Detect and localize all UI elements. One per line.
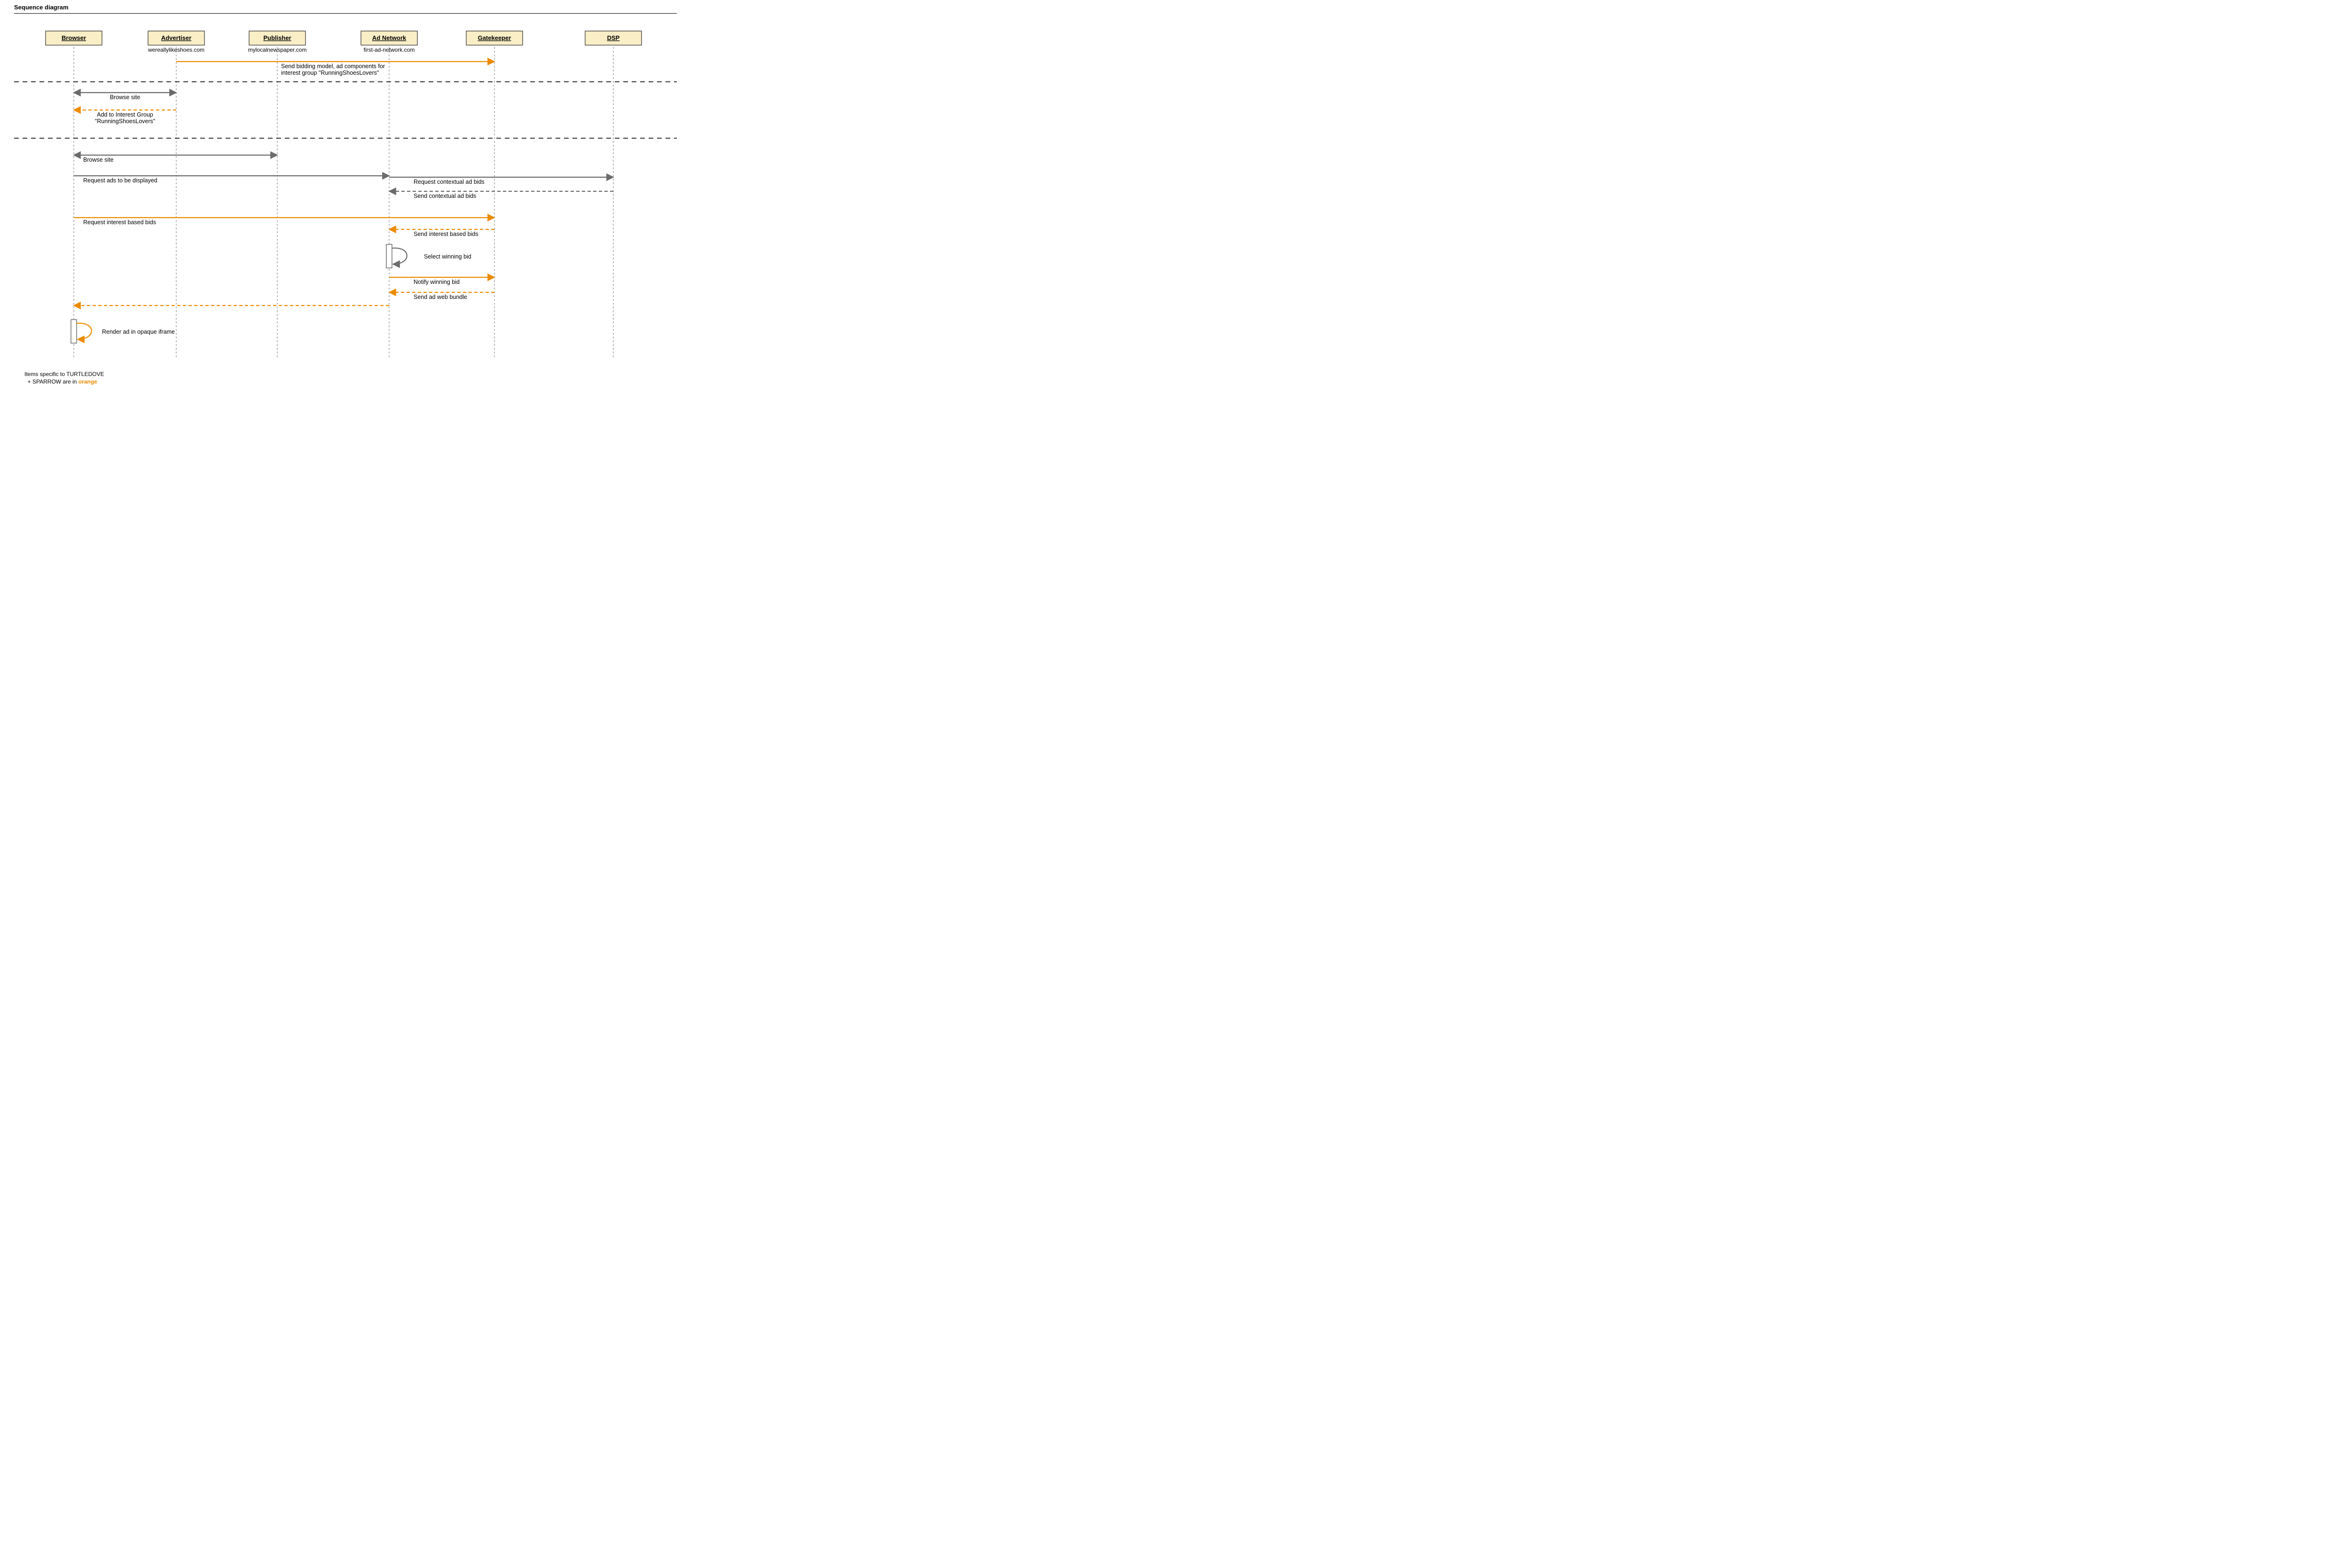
message-label-9: Select winning bid bbox=[424, 253, 471, 260]
actor-sub-adnetwork: first-ad-network.com bbox=[364, 47, 415, 53]
activation-adnetwork-9 bbox=[386, 244, 392, 268]
message-label-13: Render ad in opaque iframe bbox=[102, 329, 175, 335]
message-label-2-1: "RunningShoesLovers" bbox=[95, 118, 155, 125]
message-label-3: Browse site bbox=[83, 157, 114, 163]
actor-name-publisher: Publisher bbox=[263, 34, 291, 41]
message-label-0: Send bidding model, ad components for bbox=[281, 63, 385, 70]
actor-sub-publisher: mylocalnewspaper.com bbox=[248, 47, 307, 53]
actor-sub-advertiser: wereallylikeshoes.com bbox=[148, 47, 204, 53]
actor-name-dsp: DSP bbox=[607, 34, 620, 41]
message-label-6: Send contextual ad bids bbox=[414, 193, 476, 199]
self-message-13 bbox=[77, 323, 92, 339]
sequence-diagram: Browser Advertiser wereallylikeshoes.com Pu… bbox=[0, 0, 686, 392]
message-label-7: Request interest based bids bbox=[83, 219, 156, 226]
message-label-1: Browse site bbox=[110, 94, 141, 101]
legend-note: Items specific to TURTLEDOVE + SPARROW a… bbox=[24, 370, 104, 385]
message-label-2: Add to Interest Group bbox=[97, 111, 153, 118]
message-label-4: Request ads to be displayed bbox=[83, 177, 157, 184]
actor-name-advertiser: Advertiser bbox=[161, 34, 191, 41]
message-label-5: Request contextual ad bids bbox=[414, 179, 485, 185]
actor-name-gatekeeper: Gatekeeper bbox=[478, 34, 511, 41]
actor-name-browser: Browser bbox=[62, 34, 86, 41]
message-label-8: Send interest based bids bbox=[414, 231, 478, 237]
activation-browser-13 bbox=[71, 320, 77, 343]
self-message-9 bbox=[392, 248, 407, 264]
actor-name-adnetwork: Ad Network bbox=[372, 34, 407, 41]
message-label-0-1: interest group "RunningShoesLovers" bbox=[281, 70, 379, 76]
message-label-11: Send ad web bundle bbox=[414, 294, 467, 300]
message-label-10: Notify winning bid bbox=[414, 279, 460, 285]
